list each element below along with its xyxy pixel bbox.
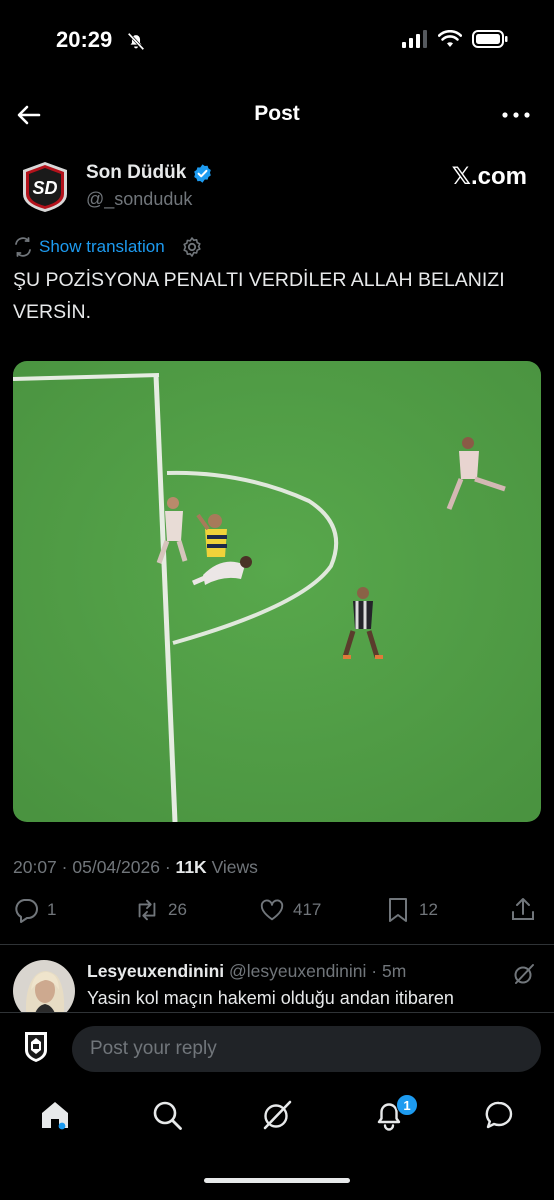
post-date: 05/04/2026 — [72, 857, 160, 877]
reply-button[interactable]: 1 — [13, 897, 56, 923]
translation-settings-icon[interactable] — [179, 236, 205, 258]
home-indicator — [204, 1178, 350, 1183]
battery-icon — [472, 30, 508, 48]
views-label: Views — [211, 857, 258, 877]
repost-count: 26 — [168, 900, 187, 919]
verified-badge-icon — [194, 163, 212, 183]
signal-icon — [402, 30, 427, 48]
bookmark-button[interactable]: 12 — [385, 897, 438, 923]
reply-author-name[interactable]: Lesyeuxendinini — [87, 961, 224, 981]
show-translation-link[interactable]: Show translation — [39, 237, 165, 257]
status-indicators — [402, 30, 508, 48]
status-bar: 20:29 — [0, 0, 554, 86]
football-pitch-image — [13, 361, 541, 822]
reply-age: 5m — [382, 961, 407, 981]
reply-text: Yasin kol maçın hakemi olduğu andan itib… — [87, 988, 454, 1008]
translation-row: Show translation — [13, 236, 205, 258]
author-logo-text: SD — [32, 178, 57, 198]
notifications-badge: 1 — [396, 1094, 418, 1116]
translate-icon — [15, 237, 31, 257]
reply-count: 1 — [47, 900, 57, 919]
like-count: 417 — [293, 900, 322, 919]
author-avatar[interactable]: SD — [18, 160, 72, 214]
post-actions: 1 26 417 12 — [0, 897, 554, 935]
reply-icon — [15, 899, 38, 923]
page-title: Post — [254, 102, 300, 125]
grok-tab-icon[interactable] — [260, 1098, 294, 1132]
search-icon[interactable] — [150, 1098, 184, 1132]
more-options-icon[interactable] — [500, 100, 532, 130]
repost-icon — [138, 899, 156, 921]
bookmark-count: 12 — [419, 900, 438, 919]
reply-author-handle[interactable]: @lesyeuxendinini — [229, 961, 366, 981]
author-name[interactable]: Son Düdük — [86, 162, 186, 184]
top-app-bar: Post — [0, 86, 554, 144]
bell-muted-icon — [127, 32, 145, 51]
share-icon — [512, 898, 534, 920]
messages-icon[interactable] — [482, 1098, 516, 1132]
home-icon[interactable] — [38, 1098, 72, 1132]
post-time: 20:07 — [13, 857, 57, 877]
heart-icon — [260, 899, 284, 921]
back-arrow-icon[interactable] — [12, 98, 46, 132]
author-name-row: Son Düdük — [86, 162, 213, 184]
source-badge: 𝕏.com — [451, 163, 527, 190]
post-video[interactable] — [13, 361, 541, 822]
wifi-icon — [438, 30, 462, 47]
repost-button[interactable]: 26 — [134, 897, 187, 923]
reply-header: Lesyeuxendinini @lesyeuxendinini · 5m — [87, 961, 407, 981]
like-button[interactable]: 417 — [259, 897, 321, 923]
reply-composer — [0, 1012, 554, 1084]
divider — [0, 944, 554, 945]
grok-icon[interactable] — [512, 962, 536, 986]
reply-input[interactable] — [72, 1026, 541, 1072]
bookmark-icon — [389, 898, 407, 922]
club-crest-icon — [25, 1032, 47, 1062]
share-button[interactable] — [510, 897, 536, 923]
author-handle[interactable]: @_sonduduk — [86, 189, 192, 210]
post-meta: 20:07 · 05/04/2026 · 11K Views — [13, 857, 258, 877]
post-text: ŞU POZİSYONA PENALTI VERDİLER ALLAH BELA… — [13, 269, 505, 323]
views-count: 11K — [175, 857, 207, 877]
status-time: 20:29 — [56, 27, 113, 52]
post-detail-screen: 20:29 Post SD Son Düdük @_sonduduk 𝕏.com… — [0, 0, 554, 1200]
